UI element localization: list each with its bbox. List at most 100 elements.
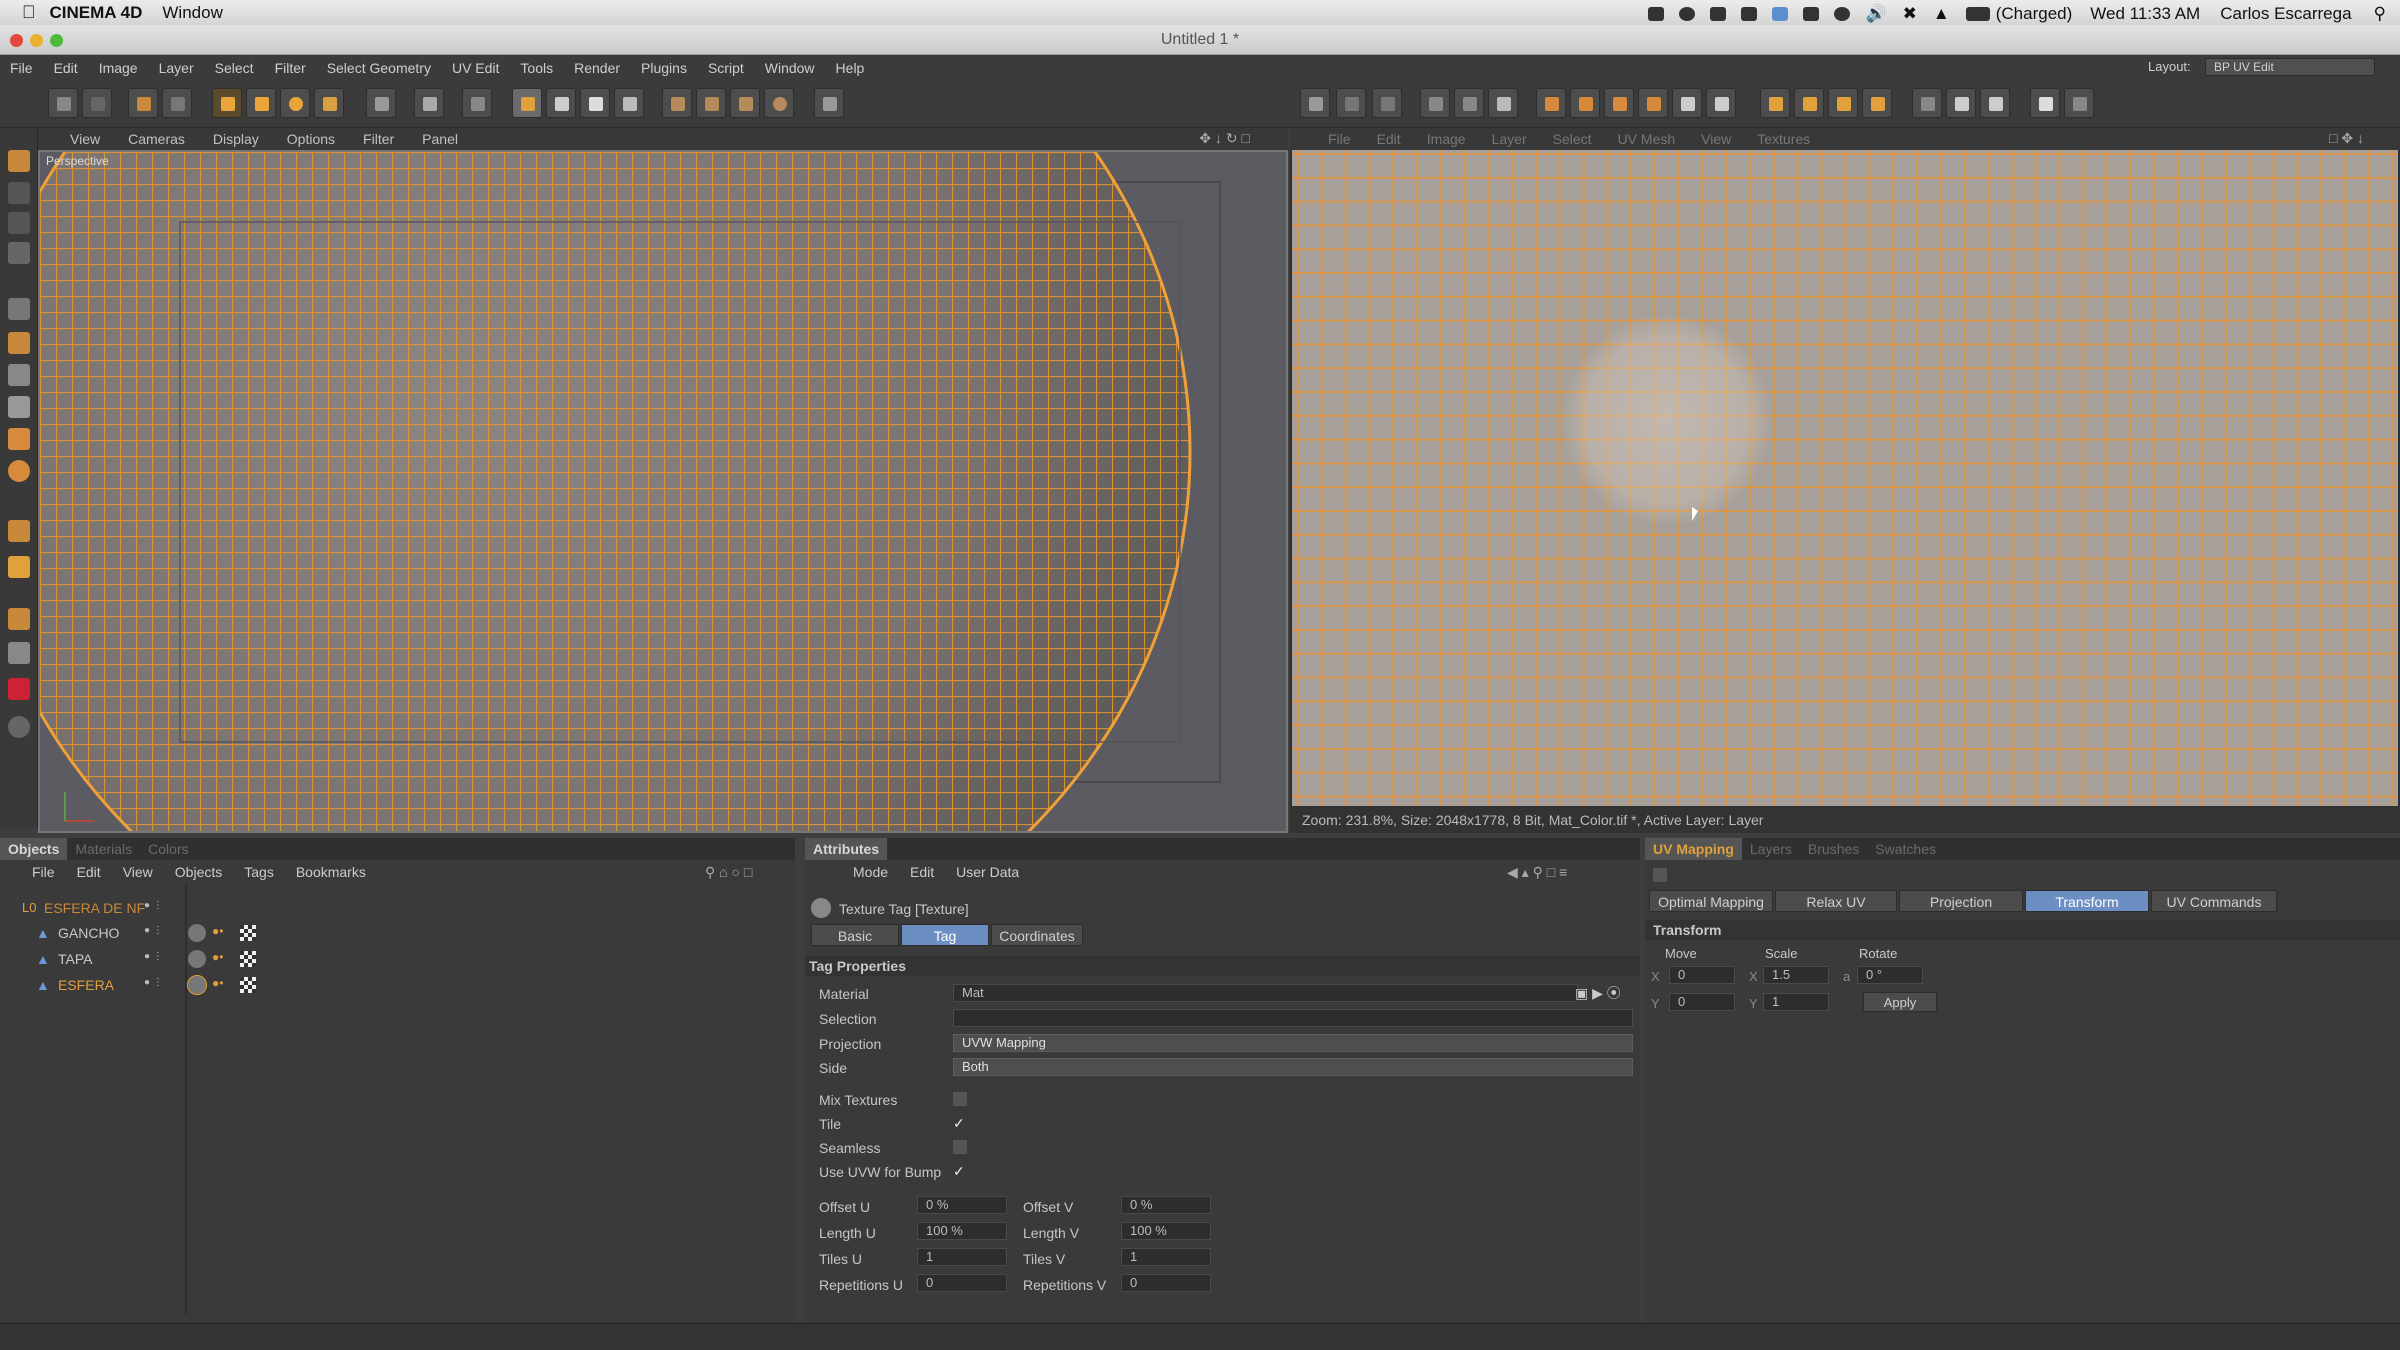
transform-button[interactable]: Transform — [2025, 890, 2149, 912]
vp-menu-panel[interactable]: Panel — [422, 131, 458, 147]
uv-tool-3[interactable] — [1604, 88, 1634, 118]
object-row[interactable]: ▲ GANCHO ● ⋮ ●• — [0, 922, 795, 944]
rotate-view-tool[interactable] — [8, 716, 30, 738]
zoom-tool[interactable] — [8, 642, 30, 664]
object-name[interactable]: ESFERA — [58, 977, 114, 993]
visibility-dots[interactable]: ● ⋮ — [144, 951, 163, 962]
material-icons[interactable]: ▣ ▶ ⦿ — [1575, 983, 1621, 1003]
live-select-button[interactable] — [128, 88, 158, 118]
vp-menu-display[interactable]: Display — [213, 131, 259, 147]
obj-menu-objects[interactable]: Objects — [175, 864, 222, 880]
uv-menu-image[interactable]: Image — [1427, 131, 1466, 147]
tab-layers[interactable]: Layers — [1742, 841, 1800, 857]
uv-manager-icon[interactable] — [1653, 868, 1667, 882]
viewport-nav-icons[interactable]: ✥ ↓ ↻ □ — [1199, 130, 1250, 147]
layout-select[interactable]: BP UV Edit — [2205, 58, 2375, 76]
scale-x-field[interactable]: 1.5 — [1763, 966, 1829, 984]
object-row[interactable]: L0 ESFERA DE NF ● ⋮ — [0, 897, 795, 919]
uv-menu-textures[interactable]: Textures — [1757, 131, 1810, 147]
projection-dropdown[interactable]: UVW Mapping — [953, 1034, 1633, 1052]
scale-tool-button[interactable] — [246, 88, 276, 118]
visibility-dots[interactable]: ● ⋮ — [144, 977, 163, 988]
object-name[interactable]: TAPA — [58, 951, 93, 967]
vp-menu-filter[interactable]: Filter — [363, 131, 394, 147]
obj-menu-tags[interactable]: Tags — [244, 864, 274, 880]
menu-script[interactable]: Script — [708, 60, 744, 76]
user-name[interactable]: Carlos Escarrega — [2220, 4, 2351, 24]
uv-tool-11[interactable] — [1912, 88, 1942, 118]
rep-u-field[interactable]: 0 — [917, 1274, 1007, 1292]
viewport-canvas[interactable]: Perspective — [38, 150, 1288, 833]
checker-tag-icon[interactable] — [240, 977, 256, 993]
3d-paint-button[interactable] — [414, 88, 444, 118]
uv-rotate-button[interactable] — [1372, 88, 1402, 118]
checker-tag-icon[interactable] — [240, 951, 256, 967]
lasso-tool[interactable] — [8, 212, 30, 234]
material-tag-icon[interactable] — [188, 924, 206, 942]
move-x-field[interactable]: 0 — [1669, 966, 1735, 984]
uvw-tag-icon[interactable]: ●• — [212, 924, 223, 938]
uv-tool-10[interactable] — [1862, 88, 1892, 118]
uv-menu-uv-mesh[interactable]: UV Mesh — [1618, 131, 1676, 147]
window-menu[interactable]: Window — [162, 3, 222, 23]
uvw-tag-icon[interactable]: ●• — [212, 950, 223, 964]
projection-paint-button[interactable] — [462, 88, 492, 118]
uv-tool-9[interactable] — [1828, 88, 1858, 118]
tab-attributes[interactable]: Attributes — [805, 838, 888, 860]
move-y-field[interactable]: 0 — [1669, 993, 1735, 1011]
uvw-tag-icon[interactable]: ●• — [212, 976, 223, 990]
uv-commands-button[interactable]: UV Commands — [2151, 890, 2277, 912]
menu-plugins[interactable]: Plugins — [641, 60, 687, 76]
apple-icon[interactable]:  — [22, 2, 36, 23]
menu-uv-edit[interactable]: UV Edit — [452, 60, 499, 76]
obj-menu-file[interactable]: File — [32, 864, 55, 880]
uv-points-button[interactable] — [512, 88, 542, 118]
cube-button-3[interactable] — [730, 88, 760, 118]
stamp-tool[interactable] — [8, 332, 30, 354]
offset-v-field[interactable]: 0 % — [1121, 1196, 1211, 1214]
wifi-icon[interactable]: ▲ — [1933, 4, 1950, 24]
uvw-bump-checkbox[interactable]: ✓ — [953, 1164, 967, 1178]
cube-button-2[interactable] — [696, 88, 726, 118]
menu-image[interactable]: Image — [99, 60, 138, 76]
redo-button[interactable] — [82, 88, 112, 118]
obj-menu-edit[interactable]: Edit — [77, 864, 101, 880]
uv-menu-view[interactable]: View — [1701, 131, 1731, 147]
fill-tool[interactable] — [8, 428, 30, 450]
uv-tool-7[interactable] — [1760, 88, 1790, 118]
screen-icon[interactable] — [1648, 7, 1665, 21]
tab-swatches[interactable]: Swatches — [1867, 841, 1944, 857]
uv-tool-14[interactable] — [2030, 88, 2060, 118]
uv-tool-2[interactable] — [1570, 88, 1600, 118]
bluetooth-icon[interactable]: ✖ — [1903, 4, 1917, 24]
undo-button[interactable] — [48, 88, 78, 118]
sync-icon[interactable] — [1772, 7, 1789, 21]
spotlight-icon[interactable]: ⚲ — [2374, 4, 2386, 24]
uv-scale-button[interactable] — [1336, 88, 1366, 118]
render-view-button[interactable] — [814, 88, 844, 118]
side-dropdown[interactable]: Both — [953, 1058, 1633, 1076]
uv-edges-button[interactable] — [546, 88, 576, 118]
subtab-basic[interactable]: Basic — [811, 924, 899, 946]
vp-menu-options[interactable]: Options — [287, 131, 335, 147]
close-tool[interactable] — [8, 242, 30, 264]
selection-field[interactable] — [953, 1009, 1633, 1027]
move-tool-button[interactable] — [212, 88, 242, 118]
uv-menu-select[interactable]: Select — [1553, 131, 1592, 147]
object-name[interactable]: ESFERA DE NF — [44, 900, 145, 916]
uv-menu-layer[interactable]: Layer — [1492, 131, 1527, 147]
vp-menu-view[interactable]: View — [70, 131, 100, 147]
volume-icon[interactable]: 🔊 — [1865, 4, 1886, 24]
gradient-tool[interactable] — [8, 396, 30, 418]
brush-tool[interactable] — [8, 298, 30, 320]
visibility-dots[interactable]: ● ⋮ — [144, 925, 163, 936]
menu-select[interactable]: Select — [215, 60, 254, 76]
tab-brushes[interactable]: Brushes — [1800, 841, 1867, 857]
menu-window[interactable]: Window — [765, 60, 815, 76]
axis-button[interactable] — [366, 88, 396, 118]
attr-menu-edit[interactable]: Edit — [910, 864, 934, 880]
tiles-v-field[interactable]: 1 — [1121, 1248, 1211, 1266]
optimal-mapping-button[interactable]: Optimal Mapping — [1649, 890, 1773, 912]
objects-search-icon[interactable]: ⚲ ⌂ ○ □ — [705, 864, 752, 881]
tile-checkbox[interactable]: ✓ — [953, 1116, 967, 1130]
